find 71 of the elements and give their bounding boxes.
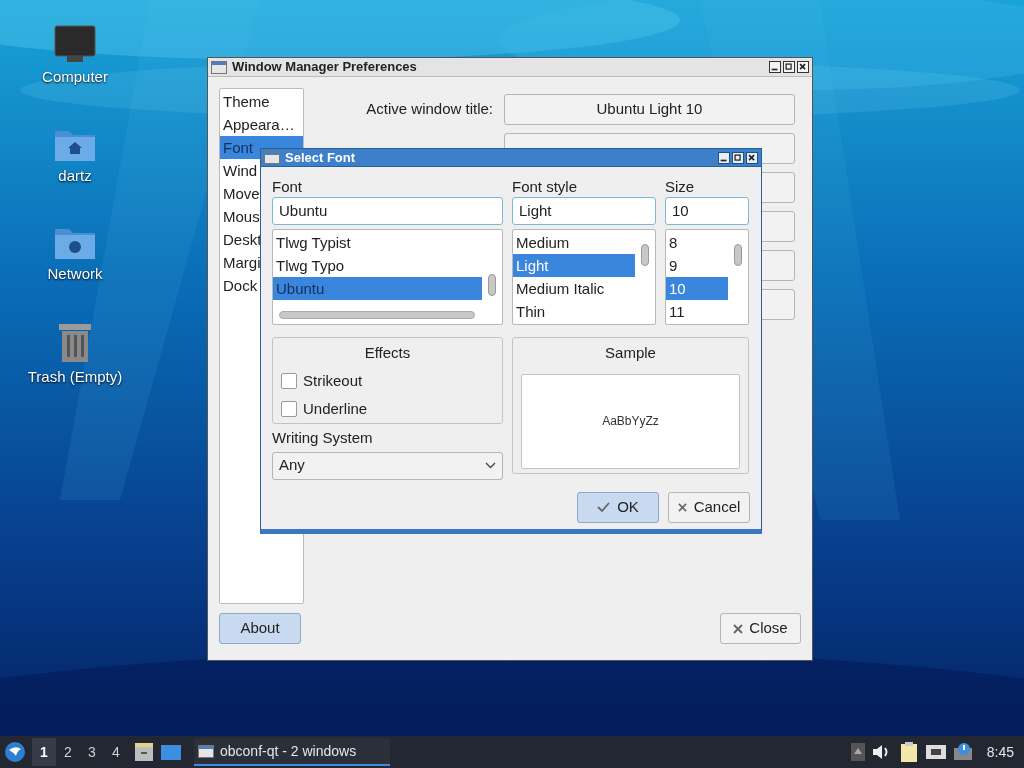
check-icon bbox=[597, 502, 611, 512]
text-field[interactable]: 10 bbox=[665, 197, 749, 225]
checkbox[interactable] bbox=[281, 372, 297, 389]
checkbox[interactable] bbox=[281, 401, 297, 418]
horizontal-scrollbar[interactable] bbox=[279, 311, 475, 319]
field-label: Font bbox=[272, 177, 303, 196]
notification-icon[interactable] bbox=[952, 742, 975, 762]
checkbox-label[interactable]: Underline bbox=[303, 398, 368, 421]
close-icon bbox=[733, 623, 744, 634]
group-title: Sample bbox=[604, 343, 657, 363]
task-button[interactable]: obconf-qt - 2 windows bbox=[194, 738, 390, 766]
close-button[interactable]: Close bbox=[720, 613, 801, 644]
list-item[interactable]: 9 bbox=[666, 254, 728, 277]
maximize-icon[interactable] bbox=[783, 61, 795, 73]
window-icon bbox=[211, 60, 227, 74]
workspace-tab[interactable]: 3 bbox=[80, 738, 104, 766]
file-cabinet-icon[interactable] bbox=[134, 742, 154, 762]
workspace-tab[interactable]: 4 bbox=[104, 738, 128, 766]
folder-icon[interactable] bbox=[160, 743, 182, 761]
workspace-tab[interactable]: 2 bbox=[56, 738, 80, 766]
font-button[interactable]: Ubuntu Light 10 bbox=[504, 94, 795, 125]
scrollbar[interactable] bbox=[734, 244, 742, 266]
list-item[interactable]: 10 bbox=[666, 277, 728, 300]
window-title: Window Manager Preferences bbox=[232, 58, 418, 77]
title-bar[interactable]: Select Font bbox=[261, 149, 761, 167]
close-icon[interactable] bbox=[797, 61, 809, 73]
title-bar[interactable]: Window Manager Preferences bbox=[208, 58, 812, 77]
minimize-icon[interactable] bbox=[769, 61, 781, 73]
cancel-button[interactable]: Cancel bbox=[668, 491, 750, 523]
maximize-icon[interactable] bbox=[732, 151, 744, 164]
list-item[interactable]: Ubuntu bbox=[273, 277, 482, 300]
close-icon[interactable] bbox=[746, 151, 758, 164]
workspace-tab[interactable]: 1 bbox=[32, 738, 56, 766]
checkbox-label[interactable]: Strikeout bbox=[303, 369, 363, 392]
network-icon[interactable] bbox=[924, 743, 947, 761]
desktop-icon-label[interactable]: Network bbox=[47, 263, 103, 286]
window-icon bbox=[264, 151, 280, 164]
field-label: Active window title: bbox=[365, 99, 493, 120]
sample-text: AaBbYyZz bbox=[602, 413, 659, 430]
monitor-icon bbox=[53, 24, 97, 64]
text-field[interactable]: Ubuntu bbox=[272, 197, 503, 225]
window-icon bbox=[198, 744, 214, 758]
writing-system-dropdown[interactable]: Any bbox=[272, 451, 503, 480]
clipboard-icon[interactable] bbox=[898, 741, 919, 763]
bird-logo-icon[interactable] bbox=[4, 741, 26, 763]
field-label: Size bbox=[665, 177, 696, 196]
list-item[interactable]: 11 bbox=[666, 300, 728, 323]
trash-icon bbox=[57, 321, 93, 364]
chevron-down-icon bbox=[485, 462, 496, 469]
clock[interactable]: 8:45 bbox=[980, 741, 1020, 763]
scrollbar[interactable] bbox=[641, 244, 649, 266]
list-item[interactable]: Medium Italic bbox=[513, 277, 635, 300]
list-item[interactable]: Light bbox=[513, 254, 635, 277]
field-label: Writing System bbox=[272, 428, 374, 448]
about-button[interactable]: About bbox=[219, 613, 301, 644]
category-item[interactable]: Theme bbox=[220, 90, 303, 113]
close-icon bbox=[677, 502, 687, 512]
text-field[interactable]: Light bbox=[512, 197, 656, 225]
desktop-icon-label[interactable]: dartz bbox=[58, 164, 92, 187]
field-label: Font style bbox=[512, 177, 579, 196]
list-item[interactable]: Medium bbox=[513, 231, 635, 254]
list-item[interactable]: Tlwg Typo bbox=[273, 254, 482, 277]
list-item[interactable]: 8 bbox=[666, 231, 728, 254]
list-item[interactable]: Thin bbox=[513, 300, 635, 323]
scrollbar[interactable] bbox=[488, 274, 496, 296]
desktop-icon-label[interactable]: Trash (Empty) bbox=[27, 365, 123, 388]
group-title: Effects bbox=[363, 343, 412, 363]
ok-button[interactable]: OK bbox=[577, 491, 659, 523]
list-item[interactable]: Tlwg Typist bbox=[273, 231, 482, 254]
category-item[interactable]: Appeara… bbox=[220, 113, 303, 136]
minimize-icon[interactable] bbox=[718, 151, 730, 164]
